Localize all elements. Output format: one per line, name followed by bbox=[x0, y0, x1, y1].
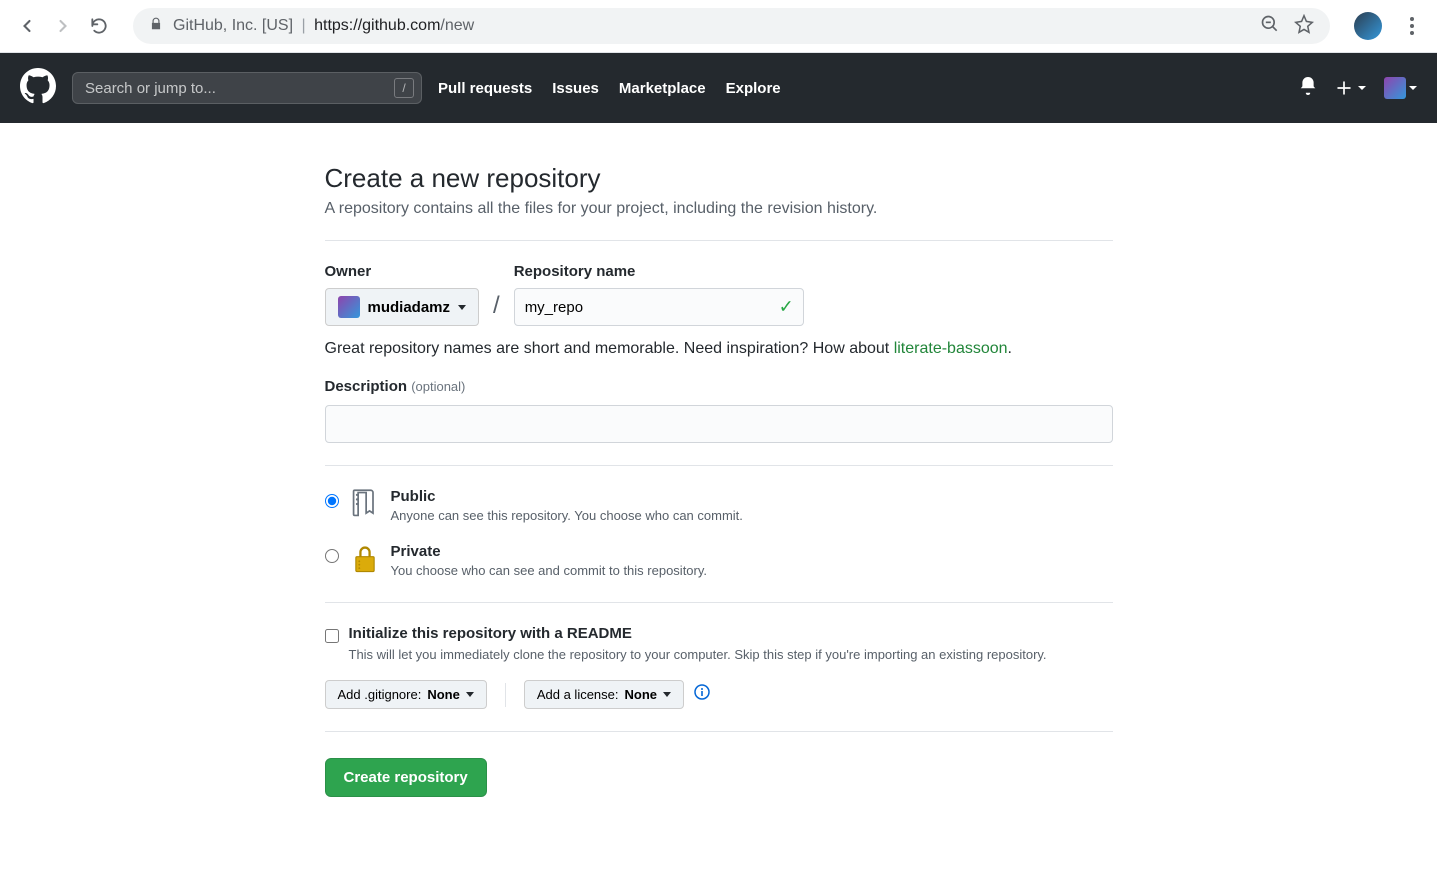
caret-down-icon bbox=[466, 692, 474, 697]
caret-down-icon bbox=[663, 692, 671, 697]
check-icon: ✓ bbox=[779, 297, 794, 318]
divider bbox=[325, 240, 1113, 241]
lock-icon bbox=[149, 17, 163, 36]
repo-name-input[interactable] bbox=[514, 288, 804, 326]
visibility-public-radio[interactable] bbox=[325, 494, 339, 508]
user-menu[interactable] bbox=[1384, 77, 1417, 99]
nav-explore[interactable]: Explore bbox=[726, 80, 781, 97]
notifications-icon[interactable] bbox=[1299, 77, 1317, 100]
private-description: You choose who can see and commit to thi… bbox=[391, 563, 708, 578]
address-bar[interactable]: GitHub, Inc. [US] | https://github.com/n… bbox=[133, 8, 1330, 44]
visibility-private-radio[interactable] bbox=[325, 549, 339, 563]
header-nav: Pull requests Issues Marketplace Explore bbox=[438, 80, 781, 97]
slash-shortcut-icon: / bbox=[394, 78, 414, 98]
github-header: / Pull requests Issues Marketplace Explo… bbox=[0, 53, 1437, 123]
forward-button[interactable] bbox=[51, 14, 75, 38]
owner-name: mudiadamz bbox=[368, 299, 451, 316]
page-title: Create a new repository bbox=[325, 163, 1113, 194]
search-input[interactable] bbox=[72, 72, 422, 104]
owner-select[interactable]: mudiadamz bbox=[325, 288, 480, 326]
nav-issues[interactable]: Issues bbox=[552, 80, 599, 97]
divider bbox=[325, 731, 1113, 732]
github-logo-icon[interactable] bbox=[20, 68, 56, 109]
public-description: Anyone can see this repository. You choo… bbox=[391, 508, 743, 523]
caret-down-icon bbox=[458, 305, 466, 310]
init-readme-title: Initialize this repository with a README bbox=[349, 625, 632, 642]
init-readme-checkbox[interactable] bbox=[325, 629, 339, 643]
suggestion-link[interactable]: literate-bassoon bbox=[894, 340, 1008, 357]
description-label: Description (optional) bbox=[325, 378, 1113, 395]
zoom-icon[interactable] bbox=[1260, 14, 1280, 39]
caret-down-icon bbox=[1409, 86, 1417, 90]
page-subtitle: A repository contains all the files for … bbox=[325, 200, 1113, 218]
license-select[interactable]: Add a license: None bbox=[524, 680, 684, 709]
repo-public-icon bbox=[351, 488, 379, 525]
gitignore-select[interactable]: Add .gitignore: None bbox=[325, 680, 487, 709]
divider bbox=[325, 602, 1113, 603]
url-text: GitHub, Inc. [US] | https://github.com/n… bbox=[173, 17, 474, 35]
divider bbox=[505, 683, 506, 707]
repo-name-hint: Great repository names are short and mem… bbox=[325, 340, 1113, 358]
user-avatar bbox=[1384, 77, 1406, 99]
caret-down-icon bbox=[1358, 86, 1366, 90]
nav-marketplace[interactable]: Marketplace bbox=[619, 80, 706, 97]
reload-button[interactable] bbox=[87, 14, 111, 38]
header-search[interactable]: / bbox=[72, 72, 422, 104]
star-icon[interactable] bbox=[1294, 14, 1314, 39]
repo-name-label: Repository name bbox=[514, 263, 804, 280]
browser-toolbar: GitHub, Inc. [US] | https://github.com/n… bbox=[0, 0, 1437, 53]
create-repository-button[interactable]: Create repository bbox=[325, 758, 487, 797]
back-button[interactable] bbox=[15, 14, 39, 38]
browser-menu-icon[interactable] bbox=[1402, 16, 1422, 36]
public-title: Public bbox=[391, 488, 436, 505]
path-separator: / bbox=[489, 292, 504, 326]
init-readme-description: This will let you immediately clone the … bbox=[349, 647, 1047, 662]
owner-label: Owner bbox=[325, 263, 480, 280]
nav-pull-requests[interactable]: Pull requests bbox=[438, 80, 532, 97]
create-menu[interactable] bbox=[1335, 79, 1366, 97]
description-input[interactable] bbox=[325, 405, 1113, 443]
owner-avatar bbox=[338, 296, 360, 318]
repo-private-icon bbox=[351, 543, 379, 580]
main-content: Create a new repository A repository con… bbox=[309, 163, 1129, 797]
private-title: Private bbox=[391, 543, 441, 560]
divider bbox=[325, 465, 1113, 466]
info-icon[interactable] bbox=[684, 684, 710, 705]
browser-profile-avatar[interactable] bbox=[1354, 12, 1382, 40]
